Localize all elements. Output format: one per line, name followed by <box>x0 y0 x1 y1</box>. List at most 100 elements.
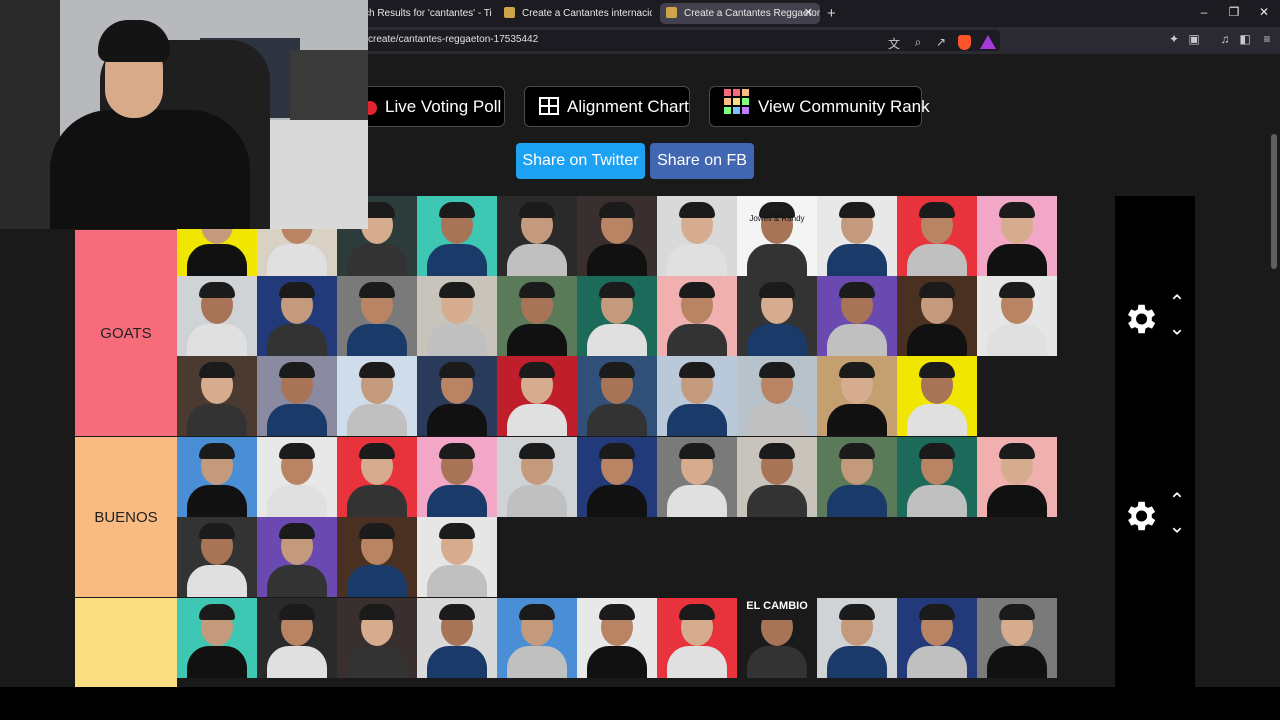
artist-thumbnail[interactable] <box>417 196 497 276</box>
artist-thumbnail[interactable] <box>417 356 497 436</box>
artist-thumbnail[interactable] <box>897 196 977 276</box>
settings-gear-icon[interactable] <box>1121 497 1159 535</box>
page-scrollbar[interactable] <box>1268 54 1280 687</box>
artist-thumbnail[interactable] <box>257 437 337 517</box>
artist-thumbnail[interactable] <box>977 276 1057 356</box>
artist-thumbnail[interactable] <box>337 356 417 436</box>
artist-thumbnail[interactable] <box>897 356 977 436</box>
artist-thumbnail[interactable] <box>177 276 257 356</box>
artist-thumbnail[interactable] <box>737 437 817 517</box>
url-text[interactable]: create/cantantes-reggaeton-17535442 <box>368 34 538 45</box>
artist-thumbnail[interactable] <box>497 598 577 678</box>
artist-thumbnail[interactable] <box>657 356 737 436</box>
share-fb-button[interactable]: Share on FB <box>650 143 754 179</box>
artist-thumbnail[interactable]: THIS IS Jowell & Randy <box>737 196 817 276</box>
artist-thumbnail[interactable] <box>977 598 1057 678</box>
artist-thumbnail[interactable] <box>657 598 737 678</box>
wallet-icon[interactable]: ▣ <box>1186 32 1202 46</box>
playlist-title: Jowell & Randy <box>749 214 805 223</box>
artist-thumbnail[interactable] <box>737 276 817 356</box>
scrollbar-thumb[interactable] <box>1271 134 1277 269</box>
artist-thumbnail[interactable] <box>897 598 977 678</box>
extensions-icon[interactable]: ✦ <box>1166 32 1182 46</box>
tier-label-goats[interactable]: GOATS <box>75 230 177 436</box>
move-down-icon[interactable]: ⌃ <box>1167 512 1187 537</box>
artist-thumbnail[interactable] <box>257 356 337 436</box>
zoom-icon[interactable]: ⌕ <box>910 35 926 50</box>
artist-thumbnail[interactable] <box>577 276 657 356</box>
artist-thumbnail[interactable] <box>417 276 497 356</box>
view-community-rank-button[interactable]: View Community Rank <box>709 86 930 127</box>
artist-thumbnail[interactable] <box>657 437 737 517</box>
artist-thumbnail[interactable] <box>657 276 737 356</box>
artist-thumbnail[interactable] <box>497 356 577 436</box>
artist-thumbnail[interactable] <box>337 598 417 678</box>
artist-thumbnail[interactable] <box>817 356 897 436</box>
brave-shields-icon[interactable] <box>958 35 971 50</box>
tier-label-third[interactable] <box>75 598 177 687</box>
artist-thumbnail[interactable] <box>177 356 257 436</box>
media-icon[interactable]: ♫ <box>1217 32 1233 46</box>
streamer-hair <box>98 20 170 62</box>
artist-thumbnail[interactable] <box>417 437 497 517</box>
address-bar[interactable]: create/cantantes-reggaeton-17535442 文 ⌕ … <box>360 30 1000 51</box>
artist-thumbnail[interactable] <box>817 196 897 276</box>
artist-thumbnail[interactable] <box>897 437 977 517</box>
artist-thumbnail[interactable] <box>577 196 657 276</box>
artist-thumbnail[interactable] <box>497 437 577 517</box>
alignment-chart-label: Alignment Chart <box>567 97 689 116</box>
artist-thumbnail[interactable] <box>817 437 897 517</box>
tab-title: Create a Cantantes internacionales T <box>522 8 652 19</box>
minimize-icon[interactable]: – <box>1194 5 1214 19</box>
artist-thumbnail[interactable] <box>977 196 1057 276</box>
translate-icon[interactable]: 文 <box>886 35 902 52</box>
artist-thumbnail[interactable] <box>337 517 417 597</box>
artist-thumbnail[interactable] <box>577 437 657 517</box>
live-voting-poll-button[interactable]: Live Voting Poll <box>348 86 505 127</box>
artist-thumbnail[interactable] <box>337 276 417 356</box>
artist-thumbnail[interactable] <box>497 276 577 356</box>
tier-grid-icon <box>724 89 749 114</box>
tab-title: Create a Cantantes Reggaeton T <box>684 8 820 19</box>
tab-title: ch Results for 'cantantes' - TierM <box>364 8 492 19</box>
tier-label-buenos[interactable]: BUENOS <box>75 437 177 597</box>
artist-thumbnail[interactable] <box>417 598 497 678</box>
move-down-icon[interactable]: ⌃ <box>1167 314 1187 339</box>
artist-thumbnail[interactable] <box>497 196 577 276</box>
move-up-icon[interactable]: ⌃ <box>1167 488 1187 513</box>
tab-search-results[interactable]: ch Results for 'cantantes' - TierM <box>364 3 492 24</box>
artist-thumbnail[interactable] <box>577 356 657 436</box>
artist-thumbnail[interactable] <box>817 598 897 678</box>
share-twitter-button[interactable]: Share on Twitter <box>516 143 645 179</box>
artist-thumbnail[interactable]: EL CAMBIO <box>737 598 817 678</box>
artist-thumbnail[interactable] <box>977 437 1057 517</box>
artist-thumbnail[interactable] <box>577 598 657 678</box>
bottom-bar <box>0 687 1280 720</box>
artist-thumbnail[interactable] <box>177 598 257 678</box>
menu-icon[interactable]: ≡ <box>1259 32 1275 46</box>
move-up-icon[interactable]: ⌃ <box>1167 290 1187 315</box>
tab-cantantes-reggaeton[interactable]: Create a Cantantes Reggaeton T ✕ <box>660 3 820 24</box>
artist-thumbnail[interactable] <box>817 276 897 356</box>
artist-thumbnail[interactable] <box>257 598 337 678</box>
alignment-chart-button[interactable]: Alignment Chart <box>524 86 690 127</box>
artist-thumbnail[interactable] <box>897 276 977 356</box>
brave-rewards-icon[interactable] <box>980 35 996 49</box>
artist-thumbnail[interactable] <box>657 196 737 276</box>
share-icon[interactable]: ↗ <box>933 35 949 49</box>
artist-thumbnail[interactable] <box>417 517 497 597</box>
artist-thumbnail[interactable] <box>177 437 257 517</box>
new-tab-button[interactable]: + <box>827 3 836 24</box>
settings-gear-icon[interactable] <box>1121 300 1159 338</box>
artist-thumbnail[interactable] <box>737 356 817 436</box>
tier-items-goats: THIS IS Jowell & Randy <box>177 196 1115 436</box>
tab-cantantes-internacionales[interactable]: Create a Cantantes internacionales T <box>500 3 652 24</box>
window-close-icon[interactable]: ✕ <box>1254 5 1274 19</box>
close-tab-icon[interactable]: ✕ <box>804 3 813 24</box>
sidebar-icon[interactable]: ◧ <box>1237 32 1253 46</box>
artist-thumbnail[interactable] <box>257 276 337 356</box>
artist-thumbnail[interactable] <box>337 437 417 517</box>
artist-thumbnail[interactable] <box>177 517 257 597</box>
restore-icon[interactable]: ❐ <box>1224 5 1244 19</box>
artist-thumbnail[interactable] <box>257 517 337 597</box>
